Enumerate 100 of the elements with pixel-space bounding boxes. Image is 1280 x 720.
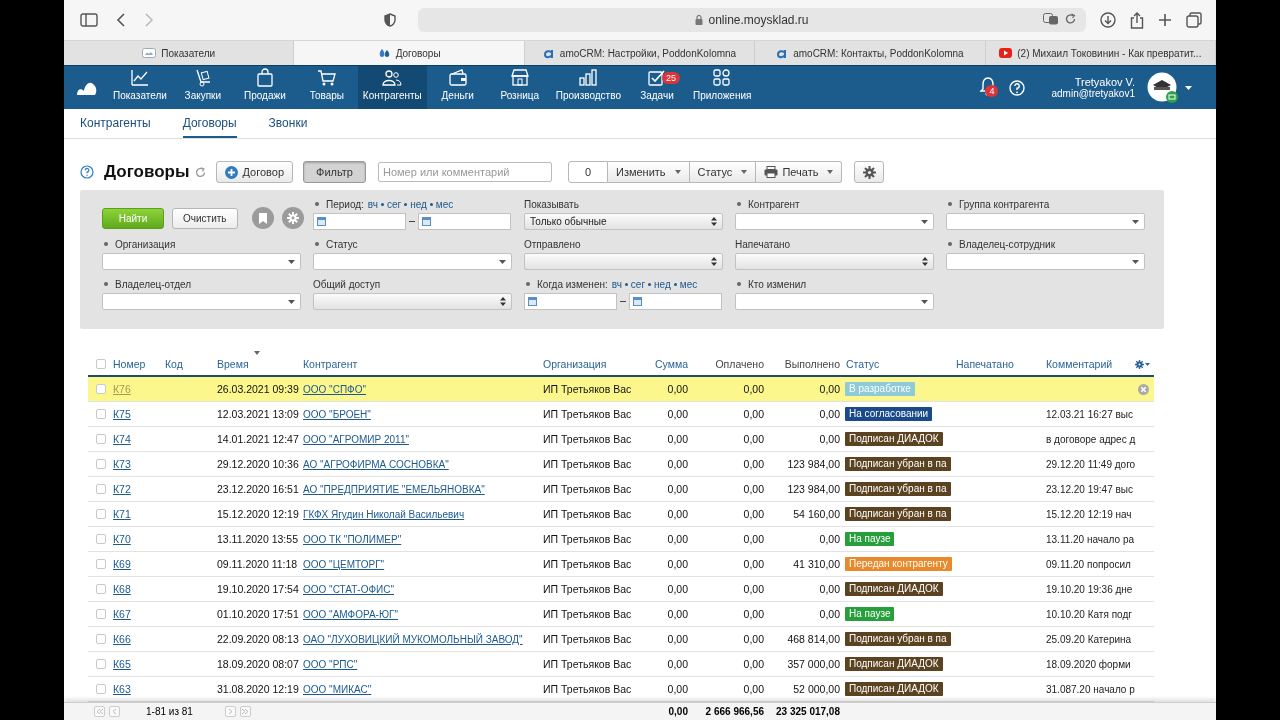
contract-link[interactable]: К68 <box>113 583 131 595</box>
contract-link[interactable]: К69 <box>113 558 131 570</box>
previous-page-button[interactable] <box>109 706 120 717</box>
nav-item[interactable]: Приложения <box>687 66 757 110</box>
nav-item[interactable]: Задачи 25 <box>625 66 688 110</box>
nav-item[interactable]: Товары <box>295 66 358 110</box>
column-header[interactable]: Время <box>217 358 249 370</box>
contract-link[interactable]: К74 <box>113 433 131 445</box>
contract-link[interactable]: К72 <box>113 483 131 495</box>
back-icon[interactable] <box>116 13 126 27</box>
contractor-link[interactable]: ООО "БРОЕН" <box>303 409 371 420</box>
nav-item[interactable]: Контрагенты <box>357 66 427 110</box>
select-field[interactable] <box>313 253 512 270</box>
column-header[interactable]: Номер <box>113 358 146 370</box>
change-menu[interactable]: Изменить <box>607 161 690 184</box>
select-field[interactable] <box>313 293 512 310</box>
translate-icon[interactable] <box>1043 13 1059 25</box>
date-field[interactable] <box>629 293 722 310</box>
calendar-icon[interactable] <box>528 297 537 306</box>
contract-link[interactable]: К71 <box>113 508 131 520</box>
search-field[interactable]: Номер или комментарий <box>377 162 552 183</box>
row-checkbox[interactable] <box>96 434 106 444</box>
column-settings-button[interactable] <box>1135 359 1150 369</box>
clear-icon[interactable] <box>1138 383 1149 395</box>
column-header[interactable]: Выполнено <box>784 358 840 370</box>
column-header[interactable]: Код <box>165 358 183 370</box>
nav-item[interactable]: Продажи <box>233 66 296 110</box>
contractor-link[interactable]: АО "АГРОФИРМА СОСНОВКА" <box>303 459 449 470</box>
row-checkbox[interactable] <box>96 659 106 669</box>
quick-range-link[interactable]: мес <box>435 198 454 210</box>
row-checkbox[interactable] <box>96 609 106 619</box>
column-header[interactable]: Напечатано <box>956 358 1014 370</box>
select-field[interactable] <box>735 213 934 230</box>
select-field[interactable] <box>735 293 934 310</box>
date-field[interactable] <box>418 213 511 230</box>
contractor-link[interactable]: ООО "МИКАС" <box>303 684 372 695</box>
contractor-link[interactable]: ГКФХ Ягудин Николай Васильевич <box>303 509 465 520</box>
contract-link[interactable]: К75 <box>113 408 131 420</box>
quick-range-link[interactable]: нед <box>654 278 671 290</box>
table-row[interactable]: К73 29.12.2020 10:36 АО "АГРОФИРМА СОСНОВКА" ИП Третьяков Вас 0,00 0,00 123 984,00 Подписан убран в па 29.12.20 11:49 дого <box>88 452 1154 477</box>
address-bar[interactable]: online.moysklad.ru <box>418 8 1086 32</box>
select-all-checkbox[interactable] <box>96 359 106 369</box>
contract-link[interactable]: К73 <box>113 458 131 470</box>
table-row[interactable]: К75 12.03.2021 13:09 ООО "БРОЕН" ИП Третьяков Вас 0,00 0,00 0,00 На согласовании 12.03.21 16:27 выс <box>88 402 1154 427</box>
nav-item[interactable]: Деньги <box>426 66 489 110</box>
table-row[interactable]: К65 18.09.2020 08:07 ООО "РПС" ИП Третьяков Вас 0,00 0,00 357 000,00 Подписан ДИАДОК 18.09.2020 форми <box>88 652 1154 677</box>
column-header[interactable]: Оплачено <box>715 358 764 370</box>
calendar-icon[interactable] <box>633 297 642 306</box>
settings-button[interactable] <box>854 161 885 184</box>
caret-icon[interactable] <box>1185 85 1192 90</box>
new-contract-button[interactable]: Договор <box>216 161 293 184</box>
contractor-link[interactable]: АО "ПРЕДПРИЯТИЕ "ЕМЕЛЬЯНОВКА" <box>303 484 485 495</box>
print-menu[interactable]: Печать <box>756 161 843 184</box>
contractor-link[interactable]: ООО "РПС" <box>303 659 358 670</box>
select-field[interactable] <box>102 253 301 270</box>
contractor-link[interactable]: ООО ТК "ПОЛИМЕР" <box>303 534 402 545</box>
row-checkbox[interactable] <box>96 409 106 419</box>
select-field[interactable] <box>946 213 1145 230</box>
column-header[interactable]: Сумма <box>655 358 688 370</box>
row-checkbox[interactable] <box>96 634 106 644</box>
reload-icon[interactable] <box>1065 13 1076 25</box>
contractor-link[interactable]: ООО "АГРОМИР 2011" <box>303 434 409 445</box>
table-row[interactable]: К71 15.12.2020 12:19 ГКФХ Ягудин Николай Васильевич ИП Третьяков Вас 0,00 0,00 54 160,00 Подписан убран в па 15.12.20 12:19 нач <box>88 502 1154 527</box>
clear-button[interactable]: Очистить <box>172 207 238 229</box>
contract-link[interactable]: К63 <box>113 683 131 695</box>
calendar-icon[interactable] <box>422 217 431 226</box>
date-field[interactable] <box>524 293 617 310</box>
date-field[interactable] <box>313 213 406 230</box>
section-tab[interactable]: Звонки <box>268 109 308 138</box>
table-row[interactable]: К76 26.03.2021 09:39 ООО "СПФО" ИП Третьяков Вас 0,00 0,00 0,00 В разработке <box>88 377 1154 402</box>
row-checkbox[interactable] <box>96 584 106 594</box>
table-row[interactable]: К68 19.10.2020 17:54 ООО "СТАТ-ОФИС" ИП Третьяков Вас 0,00 0,00 0,00 Подписан ДИАДОК 19.10.20 19:36 дне <box>88 577 1154 602</box>
column-header[interactable]: Контрагент <box>303 358 358 370</box>
bookmark-button[interactable] <box>251 207 274 229</box>
contractor-link[interactable]: ОАО "ЛУХОВИЦКИЙ МУКОМОЛЬНЫЙ ЗАВОД" <box>303 634 523 645</box>
contractor-link[interactable]: ООО "АМФОРА-ЮГ" <box>303 609 398 620</box>
nav-item[interactable]: Розница <box>488 66 551 110</box>
select-field[interactable] <box>735 253 934 270</box>
next-page-button[interactable] <box>224 706 236 717</box>
row-checkbox[interactable] <box>96 484 106 494</box>
table-row[interactable]: К70 13.11.2020 13:55 ООО ТК "ПОЛИМЕР" ИП Третьяков Вас 0,00 0,00 0,00 На паузе 13.11.20 начало ра <box>88 527 1154 552</box>
quick-range-link[interactable]: сег <box>386 198 402 210</box>
tabs-overview-icon[interactable] <box>1186 12 1202 28</box>
contract-link[interactable]: К65 <box>113 658 131 670</box>
table-row[interactable]: К74 14.01.2021 12:47 ООО "АГРОМИР 2011" ИП Третьяков Вас 0,00 0,00 0,00 Подписан ДИАДОК в договоре адрес д <box>88 427 1154 452</box>
contract-link[interactable]: К66 <box>113 633 131 645</box>
share-icon[interactable] <box>1130 11 1144 29</box>
column-header[interactable]: Организация <box>543 358 607 370</box>
row-checkbox[interactable] <box>96 534 106 544</box>
select-field[interactable] <box>946 253 1145 270</box>
download-icon[interactable] <box>1100 12 1116 28</box>
quick-range-link[interactable]: вч <box>611 278 622 290</box>
table-row[interactable]: К67 01.10.2020 17:51 ООО "АМФОРА-ЮГ" ИП Третьяков Вас 0,00 0,00 0,00 На паузе 10.10.20 Катя подг <box>88 602 1154 627</box>
refresh-icon[interactable] <box>195 167 207 178</box>
nav-item[interactable]: Показатели <box>108 66 172 110</box>
table-row[interactable]: К66 22.09.2020 08:13 ОАО "ЛУХОВИЦКИЙ МУКОМОЛЬНЫЙ ЗАВОД" ИП Третьяков Вас 0,00 0,00 468 814,00 Подписан убран в па 25.09.20 Катерина <box>88 627 1154 652</box>
select-field[interactable] <box>102 293 301 310</box>
quick-range-link[interactable]: сег <box>630 278 646 290</box>
new-tab-icon[interactable] <box>1158 13 1172 27</box>
section-tab[interactable]: Договоры <box>182 109 237 138</box>
